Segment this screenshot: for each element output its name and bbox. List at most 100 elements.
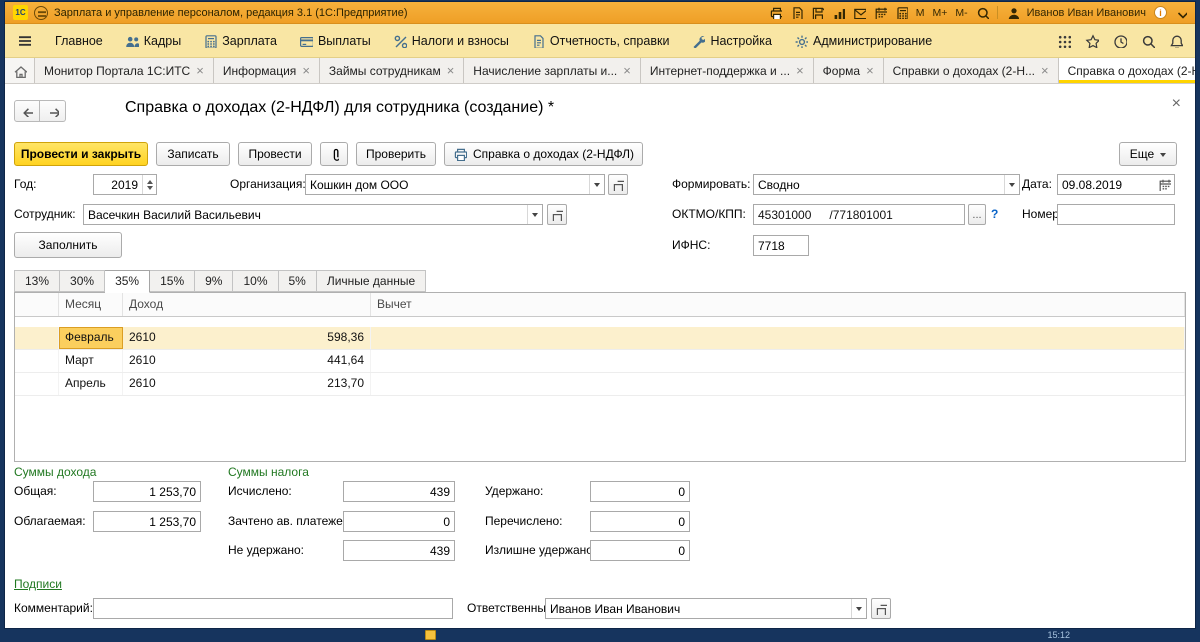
- withheld-input[interactable]: [591, 482, 689, 501]
- advance-input[interactable]: [344, 512, 454, 531]
- printer-icon: [453, 147, 467, 161]
- close-icon[interactable]: [447, 64, 455, 77]
- tab-forma[interactable]: Форма: [814, 58, 884, 83]
- post-button[interactable]: Провести: [238, 142, 312, 166]
- table-row-march[interactable]: Март 2610441,64: [15, 350, 1185, 373]
- menu-salary[interactable]: Зарплата: [203, 34, 277, 48]
- print-report-button[interactable]: Справка о доходах (2-НДФЛ): [444, 142, 643, 166]
- number-input[interactable]: [1058, 205, 1174, 224]
- close-form-icon[interactable]: [1172, 96, 1181, 112]
- taxable-input[interactable]: [94, 512, 200, 531]
- page-title: Справка о доходах (2-НДФЛ) для сотрудник…: [125, 99, 554, 117]
- tab-internet-podderzhka[interactable]: Интернет-поддержка и ...: [641, 58, 814, 83]
- tab-rate-15[interactable]: 15%: [150, 270, 195, 292]
- employee-input[interactable]: [84, 205, 527, 224]
- tab-informaciya[interactable]: Информация: [214, 58, 320, 83]
- tab-rate-13[interactable]: 13%: [14, 270, 60, 292]
- open-employee-button[interactable]: [547, 204, 567, 225]
- menu-reports[interactable]: Отчетность, справки: [531, 34, 670, 48]
- year-input[interactable]: [94, 175, 142, 194]
- menu-administration[interactable]: Администрирование: [794, 34, 932, 48]
- back-button[interactable]: [14, 100, 40, 122]
- tab-personal-data[interactable]: Личные данные: [317, 270, 426, 292]
- more-button[interactable]: Еще: [1119, 142, 1177, 166]
- organization-input[interactable]: [306, 175, 589, 194]
- chevron-down-icon[interactable]: [1175, 7, 1187, 19]
- menu-main[interactable]: Главное: [55, 34, 103, 48]
- calendar-icon[interactable]: [1158, 178, 1171, 191]
- dropdown-icon[interactable]: [851, 599, 866, 618]
- print-icon[interactable]: [769, 6, 782, 19]
- history-icon[interactable]: [1113, 34, 1127, 48]
- close-icon[interactable]: [866, 64, 874, 77]
- memory-button-m[interactable]: М: [916, 7, 925, 19]
- open-organization-button[interactable]: [608, 174, 628, 195]
- service-menu-icon[interactable]: [1057, 34, 1071, 48]
- tab-rate-5[interactable]: 5%: [279, 270, 317, 292]
- search-icon[interactable]: [1141, 34, 1155, 48]
- dropdown-icon[interactable]: [1004, 175, 1019, 194]
- formirovat-input[interactable]: [754, 175, 1004, 194]
- year-stepper[interactable]: [142, 175, 156, 194]
- tab-rate-10[interactable]: 10%: [233, 270, 278, 292]
- current-user[interactable]: Иванов Иван Иванович: [1027, 7, 1146, 19]
- open-responsible-button[interactable]: [871, 598, 891, 619]
- save-icon[interactable]: [811, 6, 824, 19]
- post-and-close-button[interactable]: Провести и закрыть: [14, 142, 148, 166]
- help-link[interactable]: ?: [991, 204, 998, 225]
- menu-taxes[interactable]: Налоги и взносы: [393, 34, 509, 48]
- close-icon[interactable]: [623, 64, 631, 77]
- attachments-button[interactable]: [320, 142, 348, 166]
- not-withheld-input[interactable]: [344, 541, 454, 560]
- dropdown-icon[interactable]: [589, 175, 604, 194]
- memory-button-m-plus[interactable]: М+: [932, 7, 947, 19]
- main-menu-icon[interactable]: [17, 33, 33, 49]
- system-menu-icon[interactable]: [34, 6, 48, 20]
- mail-icon[interactable]: [853, 6, 866, 19]
- total-input[interactable]: [94, 482, 200, 501]
- tab-nachislenie[interactable]: Начисление зарплаты и...: [464, 58, 641, 83]
- tab-rate-30[interactable]: 30%: [60, 270, 105, 292]
- tab-spravki-o-dohodah[interactable]: Справки о доходах (2-Н...: [884, 58, 1059, 83]
- table-row-february[interactable]: Февраль 2610598,36: [15, 327, 1185, 350]
- ifns-input[interactable]: [754, 236, 808, 255]
- close-icon[interactable]: [796, 64, 804, 77]
- notifications-icon[interactable]: [1169, 34, 1183, 48]
- home-tab[interactable]: [5, 58, 35, 83]
- comment-input[interactable]: [94, 599, 452, 618]
- responsible-input[interactable]: [546, 599, 851, 618]
- menu-payments[interactable]: Выплаты: [299, 34, 371, 48]
- over-withheld-input[interactable]: [591, 541, 689, 560]
- memory-button-m-minus[interactable]: М-: [955, 7, 967, 19]
- favorites-icon[interactable]: [1085, 34, 1099, 48]
- close-icon[interactable]: [196, 64, 204, 77]
- taskbar-app-icon[interactable]: [425, 630, 436, 640]
- calculated-input[interactable]: [344, 482, 454, 501]
- date-input[interactable]: [1058, 175, 1158, 194]
- menu-personnel[interactable]: Кадры: [125, 34, 181, 48]
- document-icon[interactable]: [790, 6, 803, 19]
- calendar-icon[interactable]: [874, 6, 887, 19]
- info-icon[interactable]: [1154, 6, 1167, 19]
- tab-monitor-portala[interactable]: Монитор Портала 1С:ИТС: [35, 58, 214, 83]
- tab-zaymy[interactable]: Займы сотрудникам: [320, 58, 464, 83]
- close-icon[interactable]: [1041, 64, 1049, 77]
- write-button[interactable]: Записать: [156, 142, 230, 166]
- dropdown-icon[interactable]: [527, 205, 542, 224]
- tab-rate-9[interactable]: 9%: [195, 270, 233, 292]
- calculator-icon[interactable]: [895, 6, 908, 19]
- tab-spravka-o-dohodah-active[interactable]: Справка о доходах (2-Н...: [1059, 58, 1195, 83]
- signatures-link[interactable]: Подписи: [14, 574, 62, 595]
- tab-rate-35[interactable]: 35%: [105, 270, 150, 293]
- transferred-input[interactable]: [591, 512, 689, 531]
- check-button[interactable]: Проверить: [356, 142, 436, 166]
- chart-icon[interactable]: [832, 6, 845, 19]
- menu-settings[interactable]: Настройка: [691, 34, 772, 48]
- forward-button[interactable]: [40, 100, 66, 122]
- oktmo-kpp-field[interactable]: 45301000 /771801001: [753, 204, 965, 225]
- close-icon[interactable]: [302, 64, 310, 77]
- table-row-april[interactable]: Апрель 2610213,70: [15, 373, 1185, 396]
- fill-button[interactable]: Заполнить: [14, 232, 122, 258]
- zoom-icon[interactable]: [976, 6, 989, 19]
- oktmo-select-button[interactable]: ...: [968, 204, 986, 225]
